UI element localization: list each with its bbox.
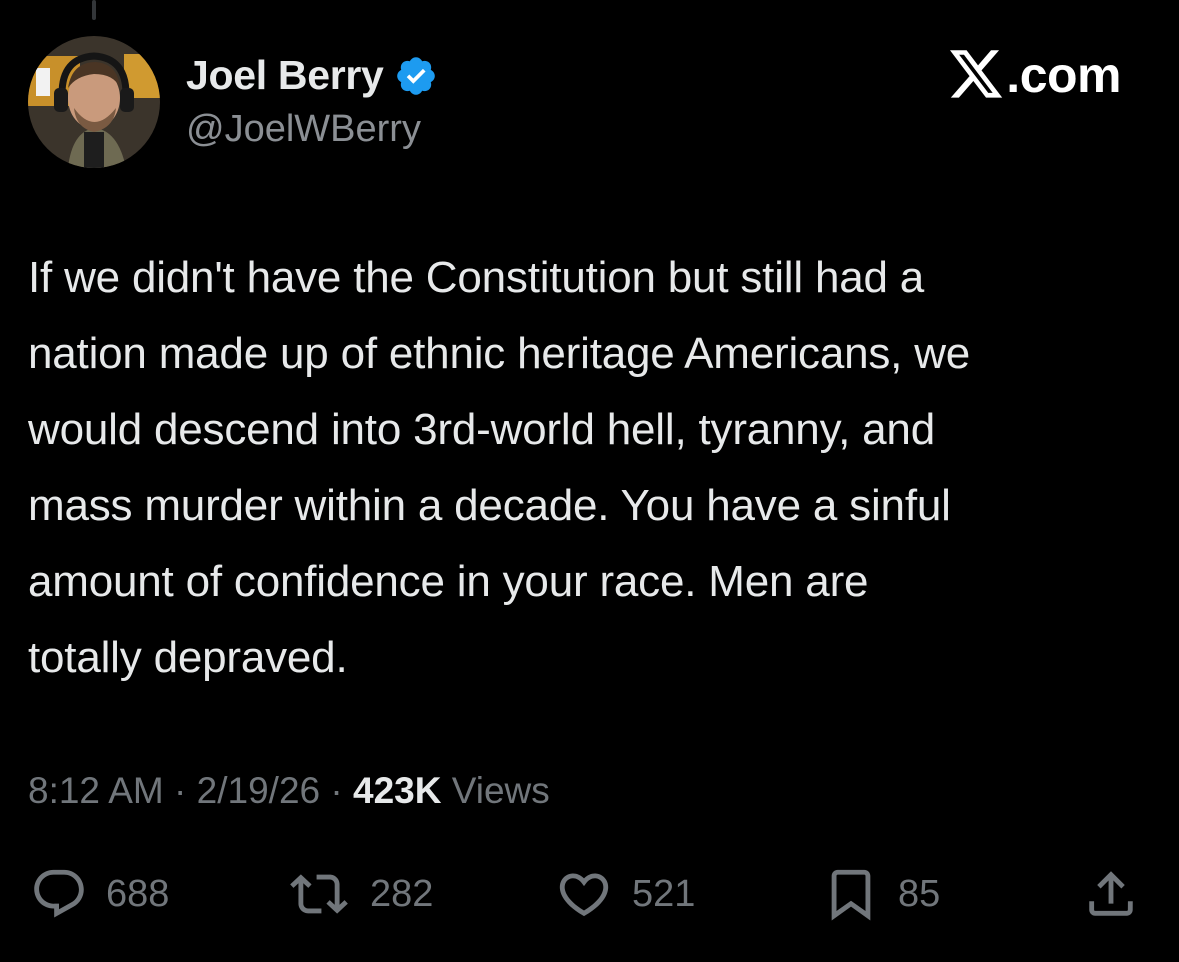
meta-separator: ·	[163, 770, 197, 811]
avatar-photo	[28, 36, 160, 168]
verified-badge-icon	[394, 54, 438, 98]
tweet-action-bar: 688 282 521 85	[0, 865, 1179, 929]
views-count[interactable]: 423K	[353, 770, 441, 811]
author-handle[interactable]: @JoelWBerry	[186, 108, 421, 151]
tweet-time[interactable]: 8:12 AM	[28, 770, 164, 811]
reply-button[interactable]: 688	[30, 865, 169, 923]
repost-button[interactable]: 282	[286, 865, 433, 923]
x-logo-icon	[950, 50, 1003, 98]
tweet-meta: 8:12 AM · 2/19/26 · 423K Views	[28, 770, 550, 812]
reply-count: 688	[106, 872, 170, 915]
repost-icon	[290, 874, 348, 914]
like-count: 521	[632, 872, 696, 915]
share-button[interactable]	[1082, 865, 1140, 923]
repost-count: 282	[370, 872, 434, 915]
share-icon	[1089, 871, 1133, 916]
brand-domain-text: .com	[1006, 47, 1121, 103]
bookmark-count: 85	[898, 872, 941, 915]
x-brand-watermark: .com	[950, 50, 1121, 100]
thread-connector-line	[92, 0, 96, 20]
heart-icon	[559, 873, 609, 917]
avatar[interactable]	[28, 36, 160, 168]
meta-separator: ·	[320, 770, 353, 811]
author-name-row: Joel Berry	[186, 52, 438, 99]
tweet-date[interactable]: 2/19/26	[197, 770, 320, 811]
like-button[interactable]: 521	[554, 865, 695, 923]
bookmark-button[interactable]: 85	[822, 865, 940, 923]
author-display-name[interactable]: Joel Berry	[186, 52, 384, 99]
views-label: Views	[441, 770, 550, 811]
bookmark-icon	[831, 869, 871, 921]
tweet-body-text: If we didn't have the Constitution but s…	[28, 253, 971, 682]
reply-icon	[34, 869, 84, 918]
